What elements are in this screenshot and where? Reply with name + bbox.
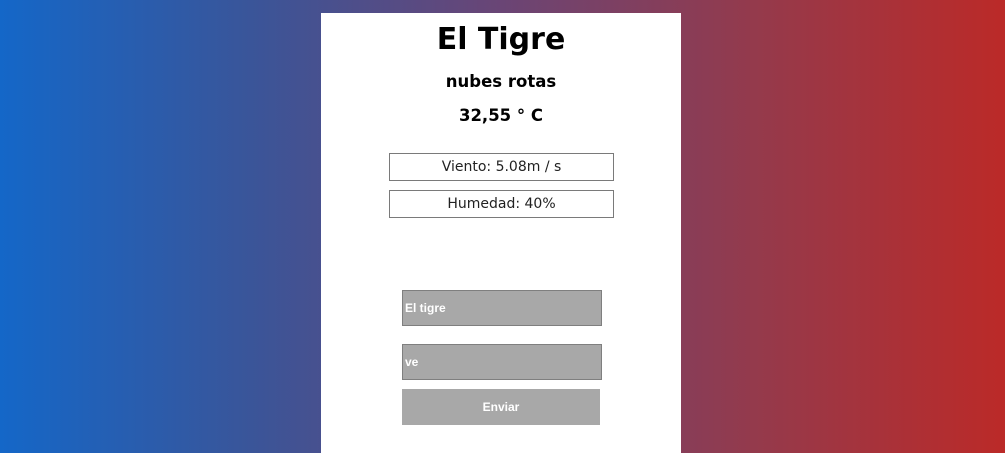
submit-button[interactable]: Enviar [402,389,600,425]
weather-description: nubes rotas [445,72,557,91]
humidity-info: Humedad: 40% [389,190,614,218]
wind-info: Viento: 5.08m / s [389,153,614,181]
city-name: El Tigre [436,22,566,57]
weather-card: El Tigre nubes rotas 32,55 ° C Viento: 5… [321,13,681,453]
country-input[interactable] [402,344,602,380]
city-input[interactable] [402,290,602,326]
temperature: 32,55 ° C [458,106,544,125]
